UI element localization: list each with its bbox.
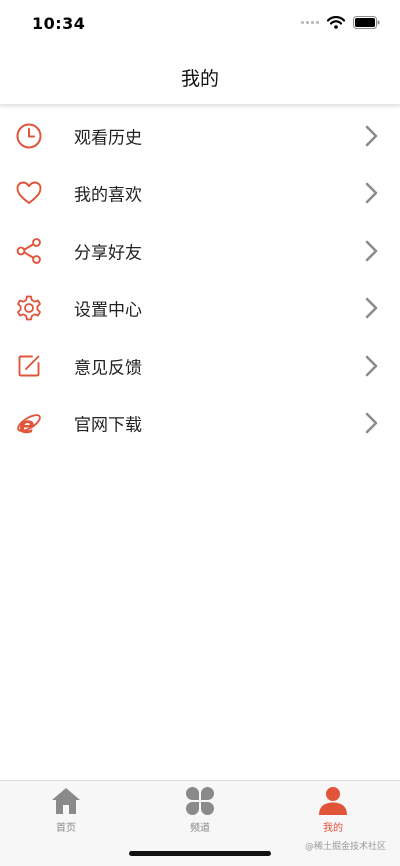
menu-item-label: 观看历史 [74,128,142,149]
chevron-right-icon [365,240,378,262]
ie-browser-icon: e [17,413,41,437]
home-indicator[interactable] [129,851,271,856]
menu-item-my-likes[interactable]: 我的喜欢 [0,165,400,223]
cellular-signal-icon [301,21,319,24]
user-icon [319,787,347,815]
tab-home[interactable]: 首页 [16,785,116,835]
tab-label: 频道 [190,823,210,834]
chevron-right-icon [365,412,378,434]
chevron-right-icon [365,297,378,319]
watermark: @稀土掘金技术社区 [304,842,386,852]
page-title: 我的 [180,68,219,90]
gear-icon [17,295,41,321]
menu-item-feedback[interactable]: 意见反馈 [0,337,400,395]
status-bar: 10:34 [0,0,400,50]
edit-icon [18,355,40,377]
battery-icon [353,16,380,29]
tab-channel[interactable]: 频道 [150,785,250,835]
wifi-icon [327,16,345,29]
menu-item-label: 我的喜欢 [74,185,142,206]
share-icon [16,237,41,264]
chevron-right-icon [365,182,378,204]
menu-item-watch-history[interactable]: 观看历史 [0,107,400,165]
menu-item-label: 意见反馈 [74,358,142,379]
clock-icon [16,123,42,149]
menu-item-official-download[interactable]: e 官网下载 [0,395,400,453]
chevron-right-icon [365,125,378,147]
status-time: 10:34 [32,14,86,33]
menu-item-settings[interactable]: 设置中心 [0,280,400,338]
menu-item-label: 分享好友 [74,243,142,264]
menu-list: 观看历史 我的喜欢 分享好友 设置中心 意见反馈 e 官网下载 [0,107,400,452]
heart-icon [16,181,42,205]
navigation-bar: 我的 [0,50,400,105]
chevron-right-icon [365,355,378,377]
tab-label: 我的 [323,823,343,834]
menu-item-label: 设置中心 [74,300,142,321]
status-icons [301,16,380,29]
grid-icon [186,787,214,815]
menu-item-share-friends[interactable]: 分享好友 [0,222,400,280]
home-icon [52,788,80,814]
tab-mine[interactable]: 我的 [283,785,383,835]
menu-item-label: 官网下载 [74,415,142,436]
tab-label: 首页 [56,823,76,834]
